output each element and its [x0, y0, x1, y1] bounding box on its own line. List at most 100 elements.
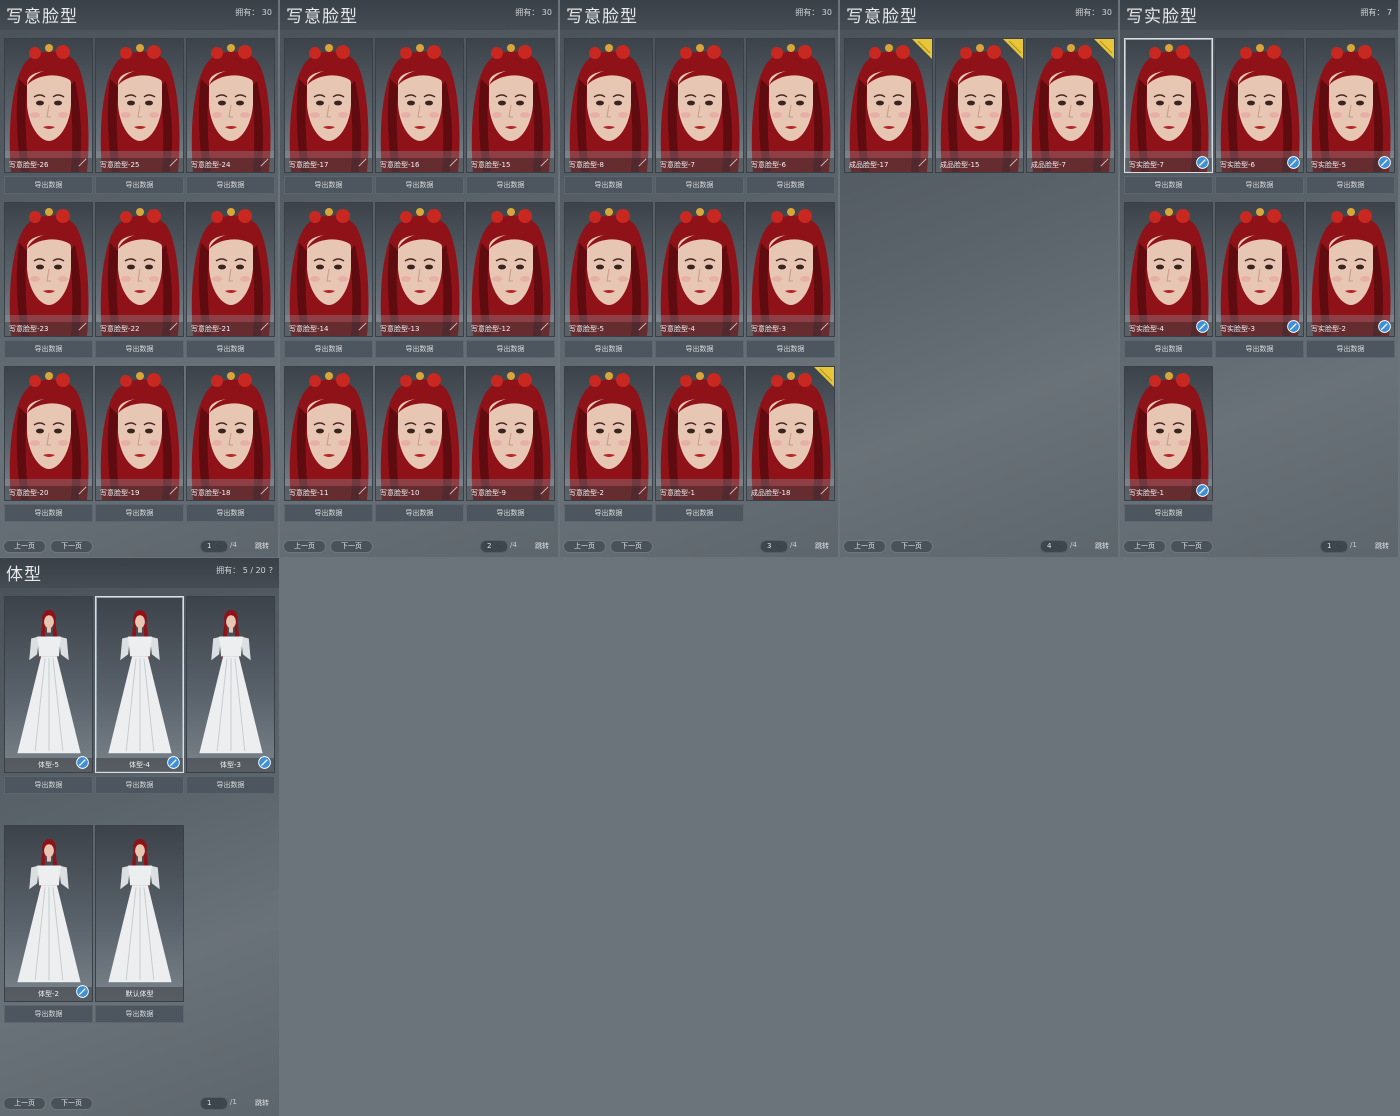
export-data-button[interactable]: 导出数据 — [746, 176, 835, 194]
export-data-button[interactable]: 导出数据 — [95, 340, 184, 358]
page-number-input[interactable]: 4 — [1040, 540, 1068, 553]
face-card[interactable]: 写意脸型-24 — [186, 38, 275, 173]
export-data-button[interactable]: 导出数据 — [95, 504, 184, 522]
face-card[interactable]: 写意脸型-3 — [746, 202, 835, 337]
face-card[interactable]: 写实脸型-7 — [1124, 38, 1213, 173]
export-data-button[interactable]: 导出数据 — [4, 340, 93, 358]
face-card[interactable]: 写意脸型-25 — [95, 38, 184, 173]
page-number-input[interactable]: 1 — [200, 1097, 228, 1110]
jump-button[interactable]: 跳转 — [255, 541, 269, 551]
export-data-button[interactable]: 导出数据 — [466, 340, 555, 358]
export-data-button[interactable]: 导出数据 — [186, 776, 275, 794]
face-card[interactable]: 写实脸型-5 — [1306, 38, 1395, 173]
prev-page-button[interactable]: 上一页 — [563, 540, 606, 553]
edit-icon[interactable] — [1287, 156, 1300, 169]
export-data-button[interactable]: 导出数据 — [95, 1005, 184, 1023]
face-card[interactable]: 写意脸型-13 — [375, 202, 464, 337]
face-card[interactable]: 写意脸型-10 — [375, 366, 464, 501]
face-card[interactable]: 写意脸型-14 — [284, 202, 373, 337]
edit-icon[interactable] — [1196, 484, 1209, 497]
edit-icon[interactable] — [1196, 320, 1209, 333]
next-page-button[interactable]: 下一页 — [50, 540, 93, 553]
face-card[interactable]: 写意脸型-18 — [186, 366, 275, 501]
face-card[interactable]: 写意脸型-17 — [284, 38, 373, 173]
edit-icon[interactable] — [1287, 320, 1300, 333]
export-data-button[interactable]: 导出数据 — [375, 176, 464, 194]
face-card[interactable]: 成品脸型-7 — [1026, 38, 1115, 173]
body-card[interactable]: 默认体型 — [95, 825, 184, 1002]
export-data-button[interactable]: 导出数据 — [375, 340, 464, 358]
face-card[interactable]: 写实脸型-2 — [1306, 202, 1395, 337]
export-data-button[interactable]: 导出数据 — [4, 1005, 93, 1023]
export-data-button[interactable]: 导出数据 — [655, 176, 744, 194]
face-card[interactable]: 写意脸型-19 — [95, 366, 184, 501]
next-page-button[interactable]: 下一页 — [890, 540, 933, 553]
body-card[interactable]: 体型-4 — [95, 596, 184, 773]
face-card[interactable]: 成品脸型-17 — [844, 38, 933, 173]
next-page-button[interactable]: 下一页 — [610, 540, 653, 553]
export-data-button[interactable]: 导出数据 — [284, 504, 373, 522]
face-card[interactable]: 写意脸型-1 — [655, 366, 744, 501]
export-data-button[interactable]: 导出数据 — [4, 776, 93, 794]
export-data-button[interactable]: 导出数据 — [1215, 340, 1304, 358]
prev-page-button[interactable]: 上一页 — [283, 540, 326, 553]
face-card[interactable]: 写意脸型-2 — [564, 366, 653, 501]
face-card[interactable]: 写意脸型-5 — [564, 202, 653, 337]
export-data-button[interactable]: 导出数据 — [1306, 340, 1395, 358]
help-icon[interactable]: ? — [269, 566, 273, 575]
export-data-button[interactable]: 导出数据 — [284, 176, 373, 194]
export-data-button[interactable]: 导出数据 — [466, 504, 555, 522]
edit-icon[interactable] — [1378, 320, 1391, 333]
face-card[interactable]: 写意脸型-9 — [466, 366, 555, 501]
export-data-button[interactable]: 导出数据 — [95, 176, 184, 194]
face-card[interactable]: 写意脸型-11 — [284, 366, 373, 501]
next-page-button[interactable]: 下一页 — [50, 1097, 93, 1110]
page-number-input[interactable]: 3 — [760, 540, 788, 553]
prev-page-button[interactable]: 上一页 — [3, 1097, 46, 1110]
face-card[interactable]: 成品脸型-18 — [746, 366, 835, 501]
face-card[interactable]: 写意脸型-12 — [466, 202, 555, 337]
edit-icon[interactable] — [258, 756, 271, 769]
face-card[interactable]: 写意脸型-4 — [655, 202, 744, 337]
export-data-button[interactable]: 导出数据 — [4, 504, 93, 522]
export-data-button[interactable]: 导出数据 — [284, 340, 373, 358]
export-data-button[interactable]: 导出数据 — [95, 776, 184, 794]
face-card[interactable]: 写意脸型-6 — [746, 38, 835, 173]
page-number-input[interactable]: 2 — [480, 540, 508, 553]
face-card[interactable]: 写实脸型-4 — [1124, 202, 1213, 337]
export-data-button[interactable]: 导出数据 — [564, 176, 653, 194]
export-data-button[interactable]: 导出数据 — [375, 504, 464, 522]
prev-page-button[interactable]: 上一页 — [843, 540, 886, 553]
face-card[interactable]: 写意脸型-23 — [4, 202, 93, 337]
edit-icon[interactable] — [76, 985, 89, 998]
face-card[interactable]: 写意脸型-16 — [375, 38, 464, 173]
export-data-button[interactable]: 导出数据 — [1124, 176, 1213, 194]
export-data-button[interactable]: 导出数据 — [186, 504, 275, 522]
export-data-button[interactable]: 导出数据 — [1124, 504, 1213, 522]
jump-button[interactable]: 跳转 — [815, 541, 829, 551]
jump-button[interactable]: 跳转 — [1095, 541, 1109, 551]
edit-icon[interactable] — [1378, 156, 1391, 169]
body-card[interactable]: 体型-2 — [4, 825, 93, 1002]
body-card[interactable]: 体型-3 — [186, 596, 275, 773]
jump-button[interactable]: 跳转 — [535, 541, 549, 551]
export-data-button[interactable]: 导出数据 — [186, 176, 275, 194]
edit-icon[interactable] — [167, 756, 180, 769]
face-card[interactable]: 写意脸型-20 — [4, 366, 93, 501]
face-card[interactable]: 成品脸型-15 — [935, 38, 1024, 173]
next-page-button[interactable]: 下一页 — [1170, 540, 1213, 553]
export-data-button[interactable]: 导出数据 — [564, 504, 653, 522]
prev-page-button[interactable]: 上一页 — [1123, 540, 1166, 553]
face-card[interactable]: 写意脸型-15 — [466, 38, 555, 173]
page-number-input[interactable]: 1 — [200, 540, 228, 553]
export-data-button[interactable]: 导出数据 — [564, 340, 653, 358]
export-data-button[interactable]: 导出数据 — [655, 340, 744, 358]
export-data-button[interactable]: 导出数据 — [1215, 176, 1304, 194]
export-data-button[interactable]: 导出数据 — [466, 176, 555, 194]
edit-icon[interactable] — [76, 756, 89, 769]
export-data-button[interactable]: 导出数据 — [4, 176, 93, 194]
edit-icon[interactable] — [1196, 156, 1209, 169]
face-card[interactable]: 写实脸型-1 — [1124, 366, 1213, 501]
jump-button[interactable]: 跳转 — [255, 1098, 269, 1108]
export-data-button[interactable]: 导出数据 — [1306, 176, 1395, 194]
